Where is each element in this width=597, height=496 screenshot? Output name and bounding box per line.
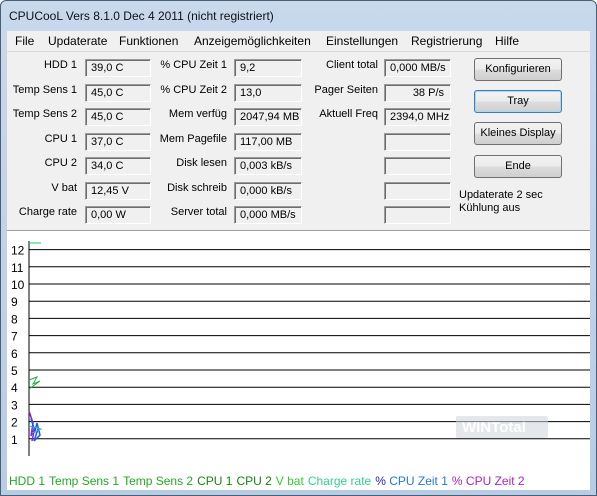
menu-file[interactable]: File <box>15 34 34 48</box>
label-hdd1: HDD 1 <box>43 59 77 71</box>
value-cpu-zeit-2: 13,0 <box>234 84 302 102</box>
tray-button[interactable]: Tray <box>474 90 562 113</box>
value-pager-seiten: 38 P/s <box>384 84 451 102</box>
label-server-total: Server total <box>170 206 227 218</box>
chart-legend: HDD 1 Temp Sens 1 Temp Sens 2 CPU 1 CPU 2V b… <box>9 474 529 488</box>
value-empty-3 <box>384 182 451 200</box>
legend-percent-sign: % <box>375 474 390 488</box>
value-temp-sens-2: 45,0 C <box>85 108 151 126</box>
chart-y-tick-label: 4 <box>11 381 18 395</box>
value-aktuell-freq: 2394,0 MHz <box>384 108 451 126</box>
menu-bar: File Updaterate Funktionen Anzeigemöglic… <box>7 31 590 52</box>
label-temp-sens-2: Temp Sens 2 <box>12 108 77 120</box>
label-disk-schreib: Disk schreib <box>167 182 227 194</box>
chart-y-tick-label: 11 <box>11 261 24 275</box>
chart-y-tick-label: 8 <box>11 312 18 326</box>
watermark-text: WINTotal <box>462 419 526 436</box>
wintotal-watermark: WINTotal <box>456 416 548 438</box>
label-charge-rate: Charge rate <box>18 206 77 218</box>
value-temp-sens-1: 45,0 C <box>85 84 151 102</box>
value-server-total: 0,000 MB/s <box>234 206 302 224</box>
menu-einstellungen[interactable]: Einstellungen <box>326 34 398 48</box>
value-disk-schreib: 0,000 kB/s <box>234 182 302 200</box>
value-empty-4 <box>384 206 451 224</box>
legend-entry: HDD 1 <box>9 474 46 488</box>
chart-y-tick-label: 5 <box>11 364 18 378</box>
value-mem-pagefile: 117,00 MB <box>234 133 302 151</box>
value-vbat: 12,45 V <box>85 182 151 200</box>
chart-y-tick-label: 6 <box>11 347 18 361</box>
menu-anzeige[interactable]: Anzeigemöglichkeiten <box>194 34 311 48</box>
legend-entry: CPU Zeit 2 <box>465 474 525 488</box>
chart-y-tick-label: 1 <box>11 433 18 447</box>
small-display-button[interactable]: Kleines Display <box>474 122 562 145</box>
chart-y-tick-label: 12 <box>11 244 25 258</box>
value-cpu2: 34,0 C <box>85 157 151 175</box>
label-temp-sens-1: Temp Sens 1 <box>12 84 77 96</box>
label-pager-seiten: Pager Seiten <box>314 84 378 96</box>
label-mem-verfueg: Mem verfüg <box>168 108 227 120</box>
legend-percent-sign: % <box>451 474 466 488</box>
label-aktuell-freq: Aktuell Freq <box>319 108 378 120</box>
title-bar[interactable]: CPUCooL Vers 8.1.0 Dec 4 2011 (nicht reg… <box>1 1 596 30</box>
value-charge-rate: 0,00 W <box>85 206 151 224</box>
label-cpu-zeit-1: % CPU Zeit 1 <box>160 59 227 71</box>
legend-entry: CPU Zeit 1 <box>389 474 448 488</box>
value-mem-verfueg: 2047,94 MB <box>234 108 302 126</box>
value-disk-lesen: 0,003 kB/s <box>234 157 302 175</box>
label-cpu-zeit-2: % CPU Zeit 2 <box>160 84 227 96</box>
label-vbat: V bat <box>51 182 77 194</box>
chart-y-tick-label: 3 <box>11 398 18 412</box>
end-button[interactable]: Ende <box>474 155 562 178</box>
cooling-status-text: Kühlung aus <box>459 202 521 214</box>
chart-y-tick-label: 10 <box>11 278 25 292</box>
menu-hilfe[interactable]: Hilfe <box>495 34 519 48</box>
value-cpu1: 37,0 C <box>85 133 151 151</box>
configure-button[interactable]: Konfigurieren <box>474 58 562 81</box>
legend-entry: Temp Sens 1 <box>49 474 120 488</box>
legend-entry: V bat <box>275 474 304 488</box>
value-hdd1: 39,0 C <box>85 59 151 77</box>
chart-y-tick-label: 9 <box>11 295 18 309</box>
menu-funktionen[interactable]: Funktionen <box>119 34 178 48</box>
menu-registrierung[interactable]: Registrierung <box>411 34 482 48</box>
window-title: CPUCooL Vers 8.1.0 Dec 4 2011 (nicht reg… <box>9 9 274 23</box>
legend-entry: CPU 2 <box>236 474 272 488</box>
value-empty-1 <box>384 133 451 151</box>
label-cpu2: CPU 2 <box>44 157 77 169</box>
history-chart-svg: 12 11 10 9 8 7 6 5 4 3 2 1 WINTotal <box>11 241 590 456</box>
app-window: CPUCooL Vers 8.1.0 Dec 4 2011 (nicht reg… <box>0 0 597 496</box>
menu-updaterate[interactable]: Updaterate <box>48 34 107 48</box>
value-cpu-zeit-1: 9,2 <box>234 59 302 77</box>
legend-entry: Charge rate <box>307 474 372 488</box>
label-cpu1: CPU 1 <box>44 133 77 145</box>
history-chart: 12 11 10 9 8 7 6 5 4 3 2 1 WINTotal HDD 1 Temp Sens … <box>7 230 590 490</box>
chart-y-tick-label: 2 <box>11 416 18 430</box>
legend-entry: CPU 1 <box>197 474 233 488</box>
label-disk-lesen: Disk lesen <box>176 157 227 169</box>
update-rate-text: Updaterate 2 sec <box>459 189 543 201</box>
label-client-total: Client total <box>326 59 378 71</box>
chart-y-tick-label: 7 <box>11 330 18 344</box>
chart-traces <box>28 242 43 442</box>
label-mem-pagefile: Mem Pagefile <box>159 133 227 145</box>
legend-entry: Temp Sens 2 <box>123 474 194 488</box>
value-empty-2 <box>384 157 451 175</box>
value-client-total: 0,000 MB/s <box>384 59 451 77</box>
main-panel: HDD 1 39,0 C Temp Sens 1 45,0 C Temp Sen… <box>7 52 590 490</box>
